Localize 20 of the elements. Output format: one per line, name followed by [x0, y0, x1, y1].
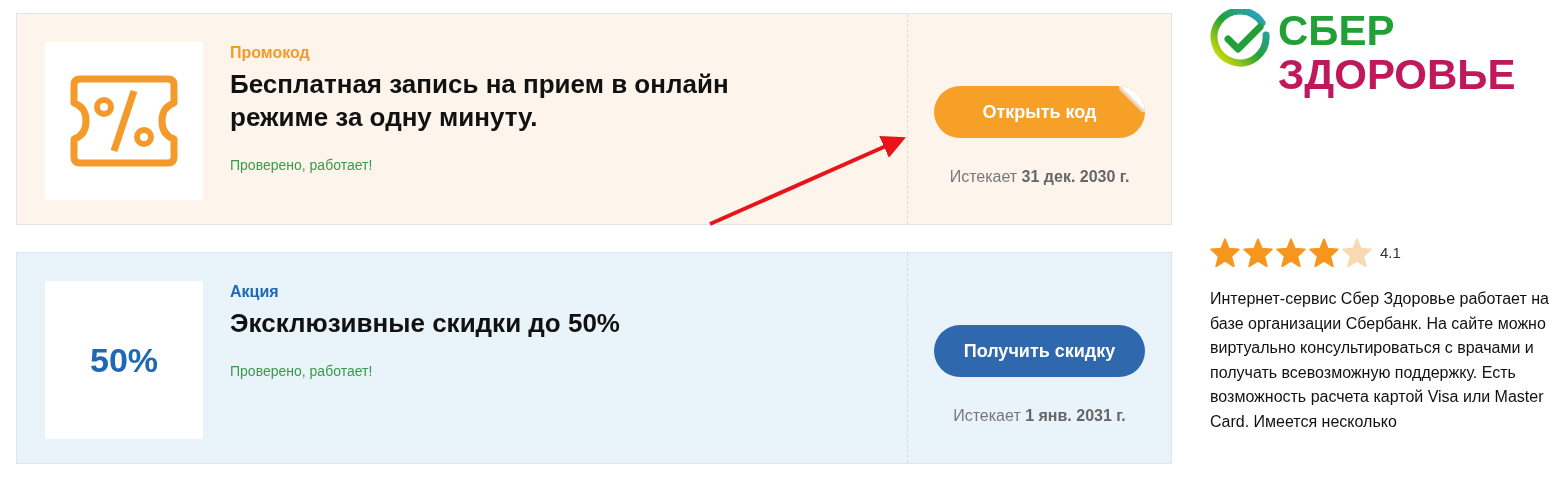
store-description: Интернет-сервис Сбер Здоровье работает на базе организации Сбербанк. На сайте можно виртуально консультироваться с врачами и получать всевозможную поддержку. Есть возможность расчета картой Visa или Master Card. Имеется несколько: [1210, 289, 1550, 432]
offer-button[interactable]: Получить скидку: [934, 325, 1145, 377]
star-icon: [1210, 238, 1240, 267]
expiry-date: Истекает 31 дек. 2030 г.: [949, 168, 1130, 186]
star-icon: [1309, 238, 1339, 267]
offer-type: Акция: [230, 283, 280, 301]
logo-text: СБЕР: [1278, 9, 1396, 53]
expiry-date: Истекает 1 янв. 2031 г.: [953, 407, 1126, 425]
discount-value: 50%: [89, 340, 159, 380]
star-icon: [1342, 238, 1372, 267]
offer-title: Эксклюзивные скидки до 50%: [230, 307, 621, 340]
offer-type: Промокод: [230, 44, 311, 62]
offer-title: Бесплатная запись на прием в онлайн режиме за одну минуту.: [230, 68, 730, 134]
coupon-percent-icon: [70, 73, 178, 169]
offer-status: Проверено, работает!: [230, 157, 374, 173]
rating-value: 4.1: [1380, 244, 1401, 261]
logo-text: ЗДОРОВЬЕ: [1278, 53, 1516, 97]
star-icon: [1243, 238, 1273, 267]
star-icon: [1276, 238, 1306, 267]
offer-status: Проверено, работает!: [230, 363, 374, 379]
